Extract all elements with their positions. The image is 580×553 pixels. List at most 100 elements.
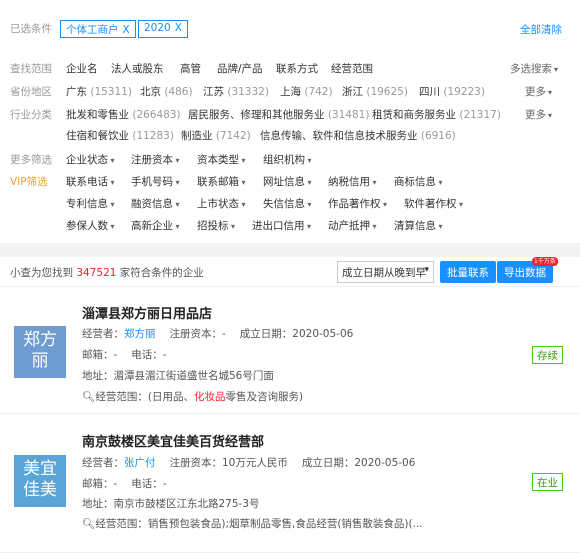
vip-filter-dropdown[interactable]: 手机号码: [131, 174, 180, 189]
rep-label: 经营者：: [82, 457, 124, 469]
capital-type-dropdown[interactable]: 资本类型: [197, 152, 246, 167]
industry-option[interactable]: 租赁和商务服务业 (21317): [372, 107, 501, 122]
phone-label: 电话：: [131, 349, 163, 361]
vip-filter-dropdown[interactable]: 联系邮箱: [197, 174, 246, 189]
company-scope: 🔍︎经营范围：(日用品、化妆品零售及咨询服务): [82, 389, 303, 404]
close-icon[interactable]: X: [175, 22, 182, 34]
industry-option[interactable]: 居民服务、修理和其他服务业 (31481): [188, 107, 369, 122]
option-count: (6916): [420, 130, 456, 142]
multi-search-link[interactable]: 多选搜索 ▾: [510, 61, 558, 76]
capital-value: -: [222, 328, 226, 340]
option-count: (19625): [366, 86, 408, 98]
vip-filter-dropdown[interactable]: 失信信息: [263, 196, 312, 211]
scope-label: 经营范围：: [95, 391, 148, 403]
province-more-link[interactable]: 更多 ▾: [525, 84, 552, 99]
option-count: (266483): [132, 109, 181, 121]
company-scope: 🔍︎经营范围：销售预包装食品);烟草制品零售,食品经营(销售散装食品)(...: [82, 516, 423, 531]
vip-filter-dropdown[interactable]: 参保人数: [66, 218, 115, 233]
vip-filter-dropdown[interactable]: 专利信息: [66, 196, 115, 211]
legal-rep-link[interactable]: 郑方丽: [124, 328, 156, 340]
vip-filter-dropdown[interactable]: 融资信息: [131, 196, 180, 211]
multi-search-label: 多选搜索: [510, 63, 552, 75]
scope-option[interactable]: 法人或股东: [111, 61, 164, 76]
selected-tag-business-type[interactable]: 个体工商户 X: [60, 20, 136, 38]
province-row: 省份地区 广东 (15311) 北京 (486) 江苏 (31332) 上海 (…: [0, 81, 580, 103]
company-name[interactable]: 南京鼓楼区美宜佳美百货经营部: [82, 431, 264, 450]
industry-row-2: 住宿和餐饮业 (11283) 制造业 (7142) 信息传输、软件和信息技术服务…: [0, 125, 580, 147]
sort-select[interactable]: 成立日期从晚到早: [337, 261, 434, 283]
vip-filter-dropdown[interactable]: 纳税信用: [328, 174, 377, 189]
phone-label: 电话：: [131, 478, 163, 490]
scope-text: 零售及咨询服务): [225, 391, 304, 403]
vip-filter-dropdown[interactable]: 招投标: [197, 218, 235, 233]
clear-all-link[interactable]: 全部清除: [520, 22, 562, 37]
scope-text: 销售预包装食品);烟草制品零售,食品经营(销售散装食品)(...: [147, 518, 423, 530]
registered-capital-dropdown[interactable]: 注册资本: [131, 152, 180, 167]
vip-filter-dropdown[interactable]: 清算信息: [394, 218, 443, 233]
more-label: 更多: [525, 86, 546, 98]
more-filter-row: 更多筛选 企业状态 注册资本 资本类型 组织机构: [0, 149, 580, 171]
vip-filter-dropdown[interactable]: 上市状态: [197, 196, 246, 211]
company-logo: 美宜 佳美: [14, 455, 66, 507]
industry-option[interactable]: 信息传输、软件和信息技术服务业 (6916): [260, 128, 456, 143]
vip-filter-dropdown[interactable]: 进出口信用: [252, 218, 311, 233]
search-icon: 🔍︎: [82, 518, 96, 530]
logo-text-line: 郑方: [23, 330, 57, 350]
legal-rep-link[interactable]: 张广付: [124, 457, 156, 469]
province-label: 省份地区: [10, 86, 52, 98]
result-suffix: 家符合条件的企业: [119, 267, 204, 279]
selected-tag-year[interactable]: 2020 X: [138, 20, 188, 38]
address-value: 南京市鼓楼区江东北路275-3号: [113, 498, 260, 510]
vip-filter-dropdown[interactable]: 高新企业: [131, 218, 180, 233]
option-name: 居民服务、修理和其他服务业: [188, 109, 325, 121]
search-icon: 🔍︎: [82, 391, 96, 403]
vip-filter-dropdown[interactable]: 动产抵押: [328, 218, 377, 233]
date-label: 成立日期：: [301, 457, 355, 469]
scope-option[interactable]: 品牌/产品: [217, 61, 263, 76]
option-name: 批发和零售业: [66, 109, 129, 121]
logo-text-line: 丽: [31, 351, 49, 371]
industry-option[interactable]: 住宿和餐饮业 (11283): [66, 128, 174, 143]
province-option[interactable]: 北京 (486): [140, 84, 193, 99]
company-card[interactable]: 美宜 佳美 南京鼓楼区美宜佳美百货经营部 经营者：张广付 注册资本：10万元人民币…: [0, 415, 580, 553]
more-filter-label: 更多筛选: [10, 154, 52, 166]
industry-option[interactable]: 制造业 (7142): [181, 128, 251, 143]
province-option[interactable]: 广东 (15311): [66, 84, 132, 99]
vip-filter-dropdown[interactable]: 软件著作权: [404, 196, 463, 211]
selected-conditions-label: 已选条件: [10, 23, 52, 35]
batch-contact-button[interactable]: 批量联系: [440, 261, 496, 283]
option-name: 信息传输、软件和信息技术服务业: [260, 130, 418, 142]
company-contact-info: 邮箱：- 电话：-: [82, 476, 167, 491]
phone-value: -: [162, 349, 167, 361]
close-icon[interactable]: X: [123, 24, 130, 36]
rep-label: 经营者：: [82, 328, 124, 340]
organization-dropdown[interactable]: 组织机构: [263, 152, 312, 167]
vip-filter-dropdown[interactable]: 商标信息: [394, 174, 443, 189]
scope-option[interactable]: 高管: [180, 61, 201, 76]
search-scope-row: 查找范围 企业名 法人或股东 高管 品牌/产品 联系方式 经营范围 多选搜索 ▾: [0, 58, 580, 80]
province-option[interactable]: 江苏 (31332): [203, 84, 269, 99]
scope-highlight: 化妆品: [193, 391, 226, 403]
chevron-down-icon: ▾: [548, 88, 553, 97]
capital-label: 注册资本：: [169, 328, 223, 340]
scope-label: 经营范围：: [95, 518, 148, 530]
result-prefix: 小查为您找到: [10, 267, 73, 279]
scope-option[interactable]: 经营范围: [331, 61, 373, 76]
vip-filter-dropdown[interactable]: 作品著作权: [328, 196, 387, 211]
company-card[interactable]: 郑方 丽 淄潭县郑方丽日用品店 经营者：郑方丽 注册资本：- 成立日期：2020-0…: [0, 288, 580, 414]
vip-filter-dropdown[interactable]: 联系电话: [66, 174, 115, 189]
province-option[interactable]: 上海 (742): [280, 84, 333, 99]
company-name[interactable]: 淄潭县郑方丽日用品店: [82, 303, 212, 322]
scope-option[interactable]: 联系方式: [276, 61, 318, 76]
scope-option[interactable]: 企业名: [66, 61, 98, 76]
industry-more-link[interactable]: 更多 ▾: [525, 107, 552, 122]
option-name: 住宿和餐饮业: [66, 130, 129, 142]
option-count: (742): [304, 86, 333, 98]
company-status-dropdown[interactable]: 企业状态: [66, 152, 115, 167]
industry-option[interactable]: 批发和零售业 (266483): [66, 107, 181, 122]
option-count: (11283): [132, 130, 174, 142]
province-option[interactable]: 四川 (19223): [419, 84, 485, 99]
option-name: 广东: [66, 86, 87, 98]
vip-filter-dropdown[interactable]: 网址信息: [263, 174, 312, 189]
province-option[interactable]: 浙江 (19625): [342, 84, 408, 99]
